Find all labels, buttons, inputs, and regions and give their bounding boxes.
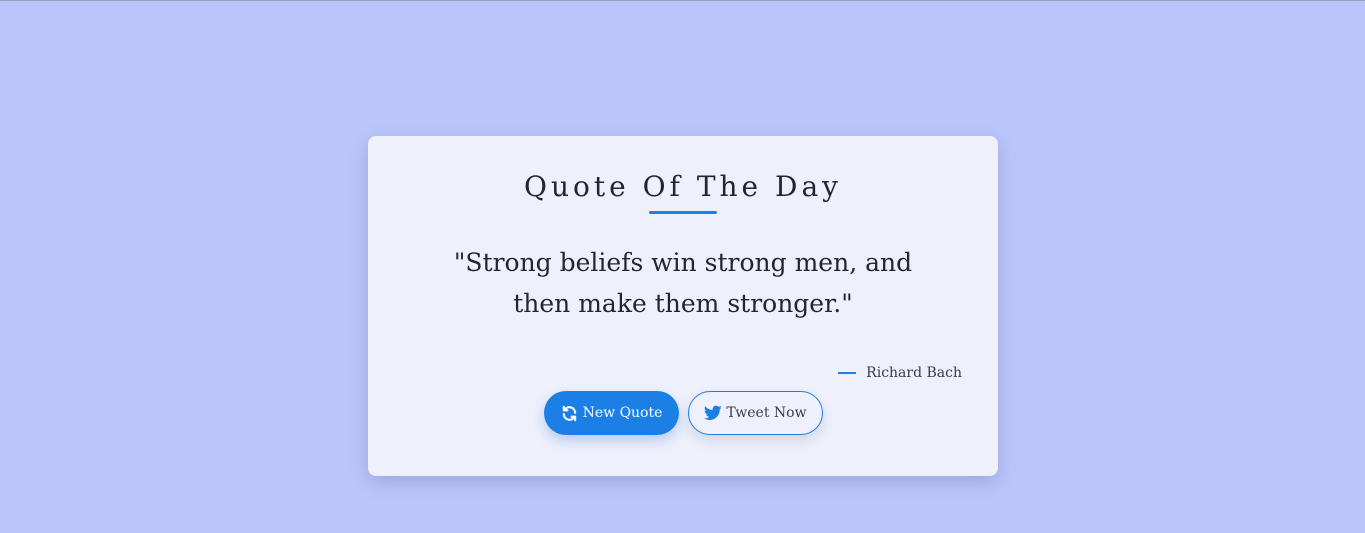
author-dash bbox=[838, 372, 857, 374]
refresh-icon bbox=[561, 404, 579, 422]
title-underline bbox=[649, 211, 717, 214]
author-name: Richard Bach bbox=[866, 365, 962, 381]
tweet-now-button[interactable]: Tweet Now bbox=[688, 391, 823, 435]
twitter-icon bbox=[704, 404, 723, 422]
tweet-now-label: Tweet Now bbox=[726, 405, 807, 421]
new-quote-label: New Quote bbox=[582, 405, 663, 421]
page-title: Quote Of The Day bbox=[524, 170, 842, 203]
top-border-line bbox=[0, 0, 1365, 1]
quote-text: "Strong beliefs win strong men, and then… bbox=[453, 248, 913, 318]
new-quote-button[interactable]: New Quote bbox=[544, 391, 679, 435]
author-attribution: Richard Bach bbox=[838, 365, 962, 381]
quote-card: Quote Of The Day "Strong beliefs win str… bbox=[368, 136, 998, 476]
